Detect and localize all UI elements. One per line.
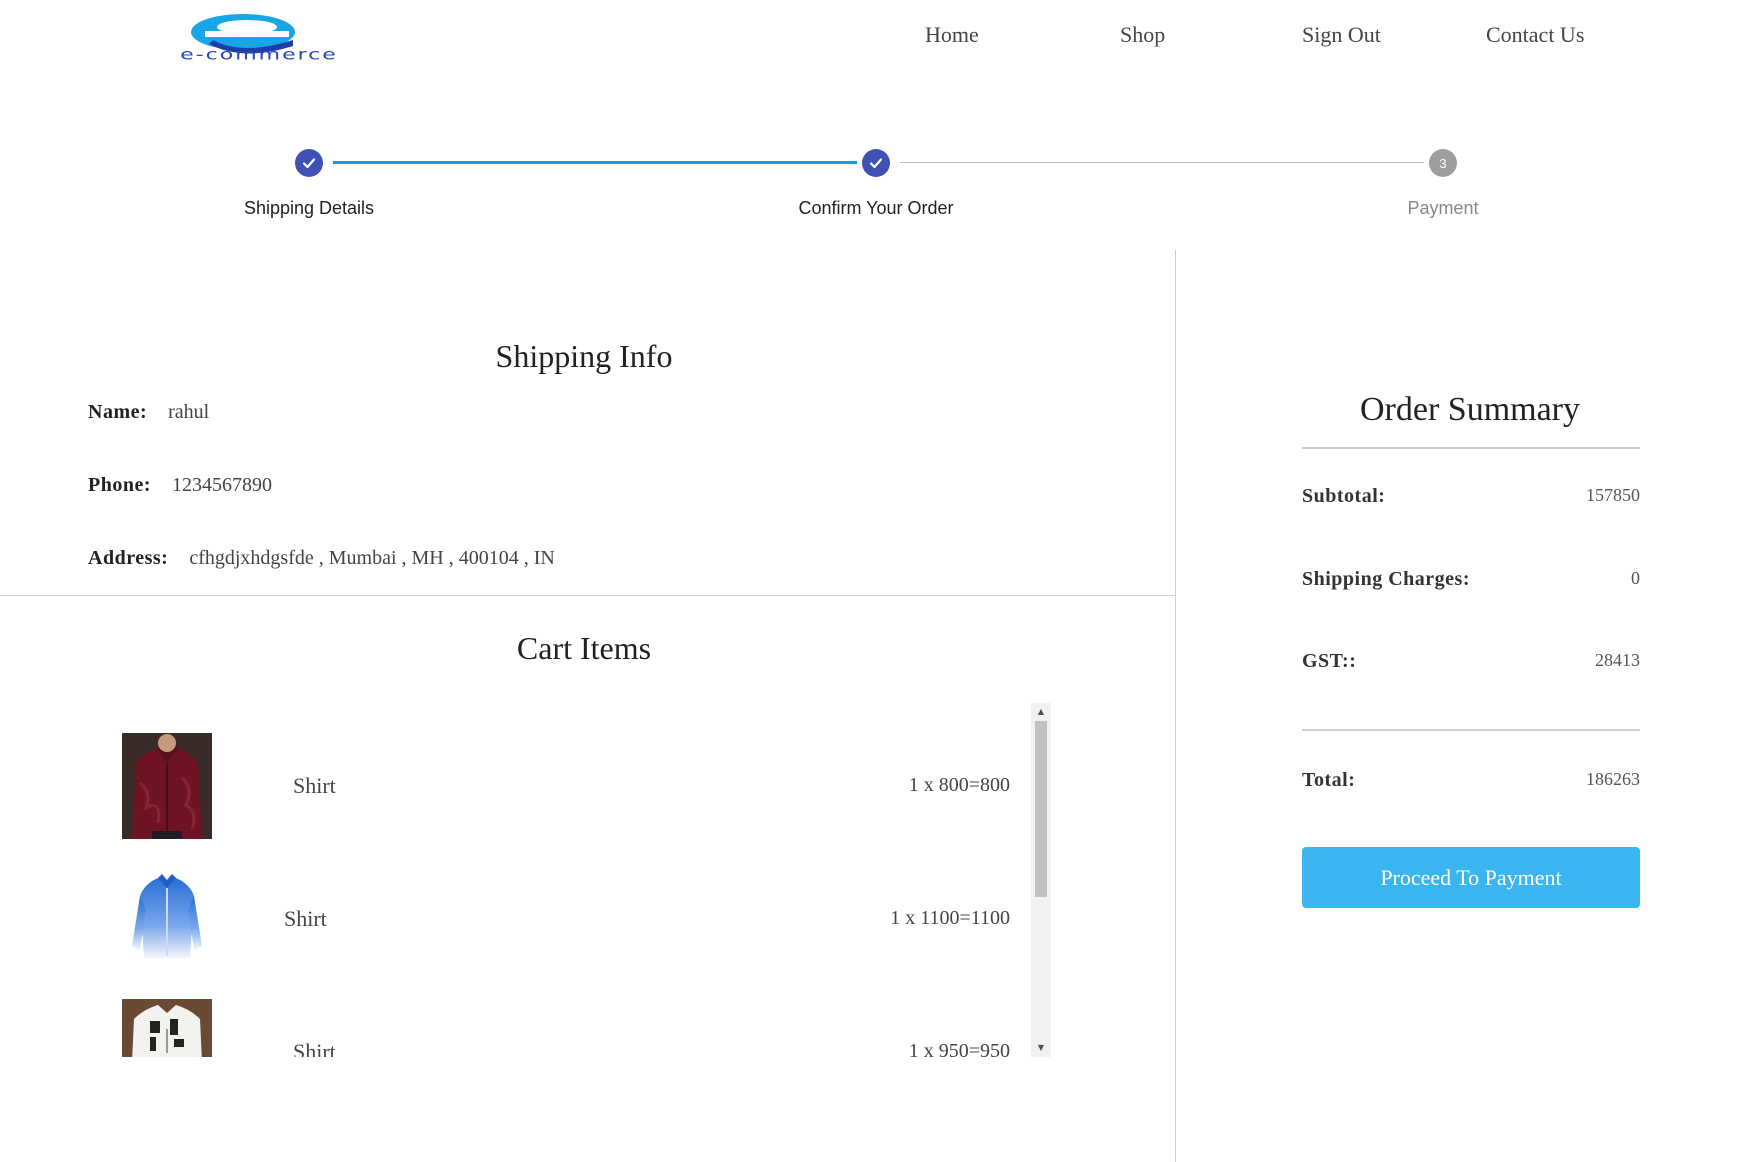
nav-contact-us[interactable]: Contact Us — [1486, 22, 1584, 48]
ecommerce-logo[interactable]: e-commerce — [143, 10, 373, 72]
cart-item-price: 1 x 800=800 — [908, 774, 1010, 796]
step-label-payment: Payment — [1407, 198, 1479, 218]
cart-item: Shirt 1 x 800=800 — [100, 733, 1030, 843]
cart-item-price: 1 x 1100=1100 — [890, 907, 1010, 929]
step-connector-1 — [333, 161, 857, 164]
shipping-info-title: Shipping Info — [495, 338, 673, 374]
nav-home[interactable]: Home — [925, 22, 979, 48]
shipping-charges-value: 0 — [1631, 568, 1640, 588]
cart-scrollbar[interactable]: ▲ ▼ — [1031, 703, 1051, 1057]
proceed-to-payment-button[interactable]: Proceed To Payment — [1302, 847, 1640, 908]
name-label: Name: — [88, 401, 148, 423]
cart-items-title: Cart Items — [516, 630, 652, 666]
blue-gradient-shirt-image[interactable] — [122, 866, 212, 972]
step-3-number: 3 — [1439, 155, 1447, 171]
address-label: Address: — [88, 547, 169, 569]
phone-label: Phone: — [88, 474, 151, 496]
summary-bottom-rule — [1302, 729, 1640, 731]
address-value: cfhgdjxhdgsfde , Mumbai , MH , 400104 , … — [189, 547, 555, 569]
cart-item-price: 1 x 950=950 — [908, 1040, 1010, 1057]
phone-value: 1234567890 — [172, 474, 272, 496]
summary-shipping-row: Shipping Charges: 0 — [1302, 568, 1640, 598]
section-divider — [0, 595, 1175, 596]
shipping-phone-row: Phone: 1234567890 — [88, 474, 272, 497]
step-label-shipping-details: Shipping Details — [243, 198, 375, 218]
summary-gst-row: GST:: 28413 — [1302, 650, 1640, 680]
cart-item-name[interactable]: Shirt — [284, 906, 327, 932]
gst-value: 28413 — [1595, 650, 1640, 670]
total-value: 186263 — [1586, 769, 1640, 789]
cart-item-name[interactable]: Shirt — [293, 1039, 336, 1057]
name-value: rahul — [168, 401, 210, 423]
subtotal-label: Subtotal: — [1302, 485, 1386, 507]
shipping-name-row: Name: rahul — [88, 401, 209, 424]
step-1-check-icon — [295, 149, 323, 177]
summary-top-rule — [1302, 447, 1640, 449]
summary-subtotal-row: Subtotal: 157850 — [1302, 485, 1640, 515]
white-printed-shirt-image[interactable] — [122, 999, 212, 1057]
nav-sign-out[interactable]: Sign Out — [1302, 22, 1381, 48]
header: e-commerce Home Shop Sign Out Contact Us — [0, 0, 1755, 90]
cart-item-name[interactable]: Shirt — [293, 773, 336, 799]
cart-items-list[interactable]: Shirt 1 x 800=800 Shirt 1 x 1100=1100 Sh… — [100, 703, 1050, 1057]
scrollbar-thumb[interactable] — [1035, 721, 1047, 897]
scroll-down-arrow-icon[interactable]: ▼ — [1031, 1041, 1051, 1055]
scroll-up-arrow-icon[interactable]: ▲ — [1031, 705, 1051, 719]
shipping-address-row: Address: cfhgdjxhdgsfde , Mumbai , MH , … — [88, 547, 555, 570]
summary-total-row: Total: 186263 — [1302, 769, 1640, 799]
step-3-indicator: 3 — [1429, 149, 1457, 177]
subtotal-value: 157850 — [1586, 485, 1640, 505]
order-summary-title: Order Summary — [1359, 391, 1581, 428]
cart-item: Shirt 1 x 1100=1100 — [100, 866, 1030, 976]
cart-item: Shirt 1 x 950=950 — [100, 999, 1030, 1057]
nav-shop[interactable]: Shop — [1120, 22, 1165, 48]
maroon-shirt-image[interactable] — [122, 733, 212, 839]
gst-label: GST:: — [1302, 650, 1357, 672]
shipping-charges-label: Shipping Charges: — [1302, 568, 1470, 590]
step-2-check-icon — [862, 149, 890, 177]
step-connector-2 — [900, 162, 1424, 163]
total-label: Total: — [1302, 769, 1356, 791]
logo-text: e-commerce — [180, 46, 338, 64]
vertical-divider — [1175, 250, 1176, 1162]
step-label-confirm-order: Confirm Your Order — [798, 198, 954, 218]
